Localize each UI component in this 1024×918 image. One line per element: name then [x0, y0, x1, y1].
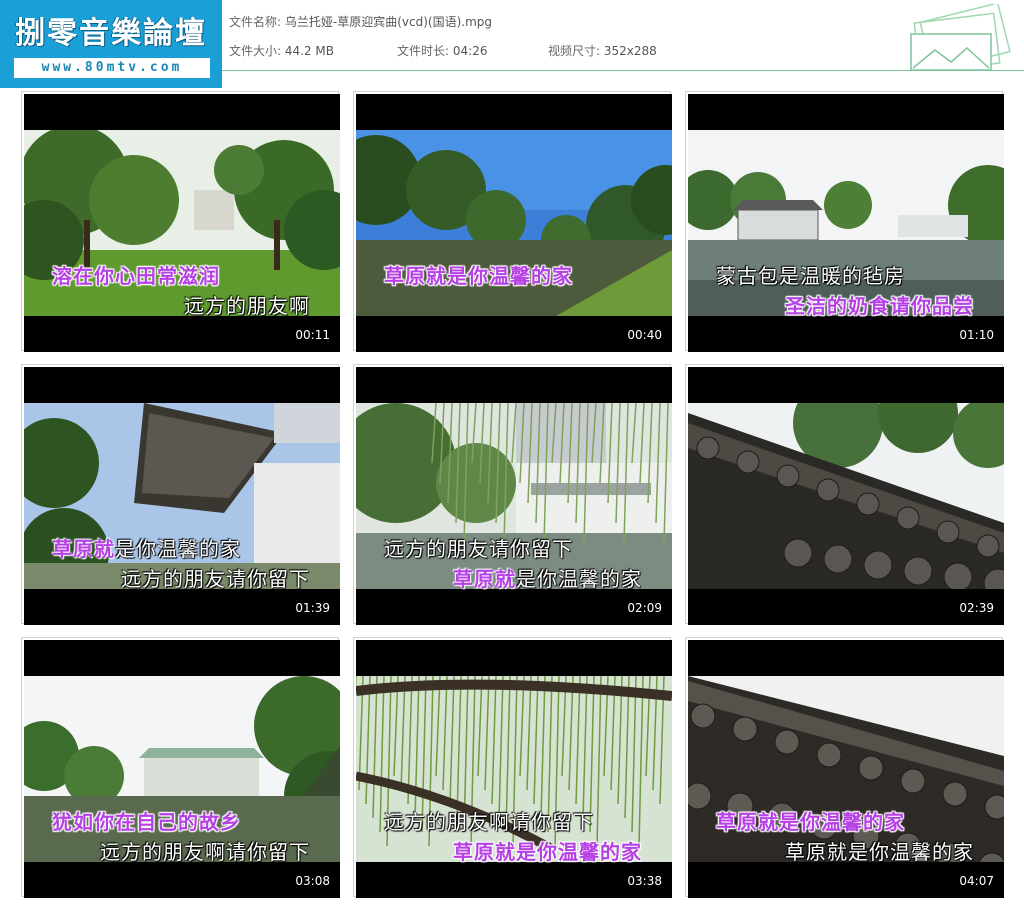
lyric-line-2: 圣洁的奶食请你品尝 [785, 294, 974, 318]
file-duration-value: 04:26 [452, 44, 488, 58]
video-thumbnail[interactable]: 犹如你在自己的故乡远方的朋友啊请你留下 03:08 [21, 637, 340, 898]
file-name-label: 文件名称: [229, 15, 282, 29]
lyric-line-2: 草原就是你温馨的家 [785, 840, 974, 864]
thumbnail-frame: 犹如你在自己的故乡远方的朋友啊请你留下 03:08 [24, 640, 340, 898]
thumbnail-frame: 草原就是你温馨的家远方的朋友请你留下 01:39 [24, 367, 340, 625]
lyric-line-2: 远方的朋友啊 [184, 294, 310, 318]
thumbnail-timestamp: 03:38 [627, 874, 662, 888]
video-dims-value: 352x288 [603, 44, 657, 58]
video-thumbnail[interactable]: 远方的朋友啊请你留下草原就是你温馨的家 03:38 [353, 637, 672, 898]
thumbnail-timestamp: 01:39 [295, 601, 330, 615]
logo-title: 捌零音樂論壇 [15, 16, 207, 51]
thumbnail-timestamp: 00:40 [627, 328, 662, 342]
lyric-line-1: 蒙古包是温暖的毡房 [716, 264, 905, 288]
thumbnail-frame: 02:39 [688, 367, 1004, 625]
thumbnail-frame: 溶在你心田常滋润远方的朋友啊 00:11 [24, 94, 340, 352]
thumbnail-timestamp: 04:07 [959, 874, 994, 888]
video-thumbnail[interactable]: 远方的朋友请你留下 草原就是你温馨的家 02:09 [353, 364, 672, 625]
thumbnail-timestamp: 02:09 [627, 601, 662, 615]
lyric-line-1: 溶在你心田常滋润 [52, 264, 220, 288]
file-size-value: 44.2 MB [284, 44, 334, 58]
thumbnail-frame: 远方的朋友请你留下 草原就是你温馨的家 02:09 [356, 367, 672, 625]
lyric-line-1: 犹如你在自己的故乡 [52, 810, 241, 834]
thumbnail-timestamp: 02:39 [959, 601, 994, 615]
thumbnail-frame: 蒙古包是温暖的毡房圣洁的奶食请你品尝 01:10 [688, 94, 1004, 352]
video-thumbnail[interactable]: 草原就是你温馨的家 00:40 [353, 91, 672, 352]
video-thumbnail[interactable]: 溶在你心田常滋润远方的朋友啊 00:11 [21, 91, 340, 352]
logo-url: www.80mtv.com [14, 58, 210, 78]
file-name-value: 乌兰托娅-草原迎宾曲(vcd)(国语).mpg [284, 15, 492, 29]
lyric-line-2: 远方的朋友请你留下 [121, 567, 310, 591]
file-size-label: 文件大小: [229, 44, 282, 58]
thumbnail-frame: 远方的朋友啊请你留下草原就是你温馨的家 03:38 [356, 640, 672, 898]
file-name-row: 文件名称: 乌兰托娅-草原迎宾曲(vcd)(国语).mpg [229, 13, 492, 30]
video-thumbnail[interactable]: 蒙古包是温暖的毡房圣洁的奶食请你品尝 01:10 [685, 91, 1004, 352]
video-thumbnail[interactable]: 02:39 [685, 364, 1004, 625]
site-logo: 捌零音樂論壇 www.80mtv.com [0, 0, 222, 88]
video-dims-row: 视频尺寸: 352x288 [548, 42, 657, 59]
thumbnail-image [688, 403, 1004, 589]
video-thumbnail[interactable]: 草原就是你温馨的家 草原就是你温馨的家 04:07 [685, 637, 1004, 898]
thumbnail-timestamp: 01:10 [959, 328, 994, 342]
lyric-line-2: 草原就是你温馨的家 [453, 563, 642, 592]
lyric-rest: 是你温馨的家 [115, 537, 241, 561]
picture-frames-icon [910, 4, 1011, 70]
lyric-line-1: 草原就是你温馨的家 [384, 264, 573, 288]
lyric-highlight: 草原就 [453, 567, 516, 591]
lyric-rest: 是你温馨的家 [516, 567, 642, 591]
header-divider [222, 70, 1024, 71]
video-dims-label: 视频尺寸: [548, 44, 601, 58]
lyric-line-2: 草原就是你温馨的家 [453, 840, 642, 864]
lyric-line-1: 草原就是你温馨的家 [716, 810, 905, 834]
lyric-line-1: 草原就是你温馨的家 [52, 533, 241, 562]
file-duration-row: 文件时长: 04:26 [397, 42, 487, 59]
file-duration-label: 文件时长: [397, 44, 450, 58]
thumbnail-timestamp: 03:08 [295, 874, 330, 888]
thumbnail-frame: 草原就是你温馨的家 草原就是你温馨的家 04:07 [688, 640, 1004, 898]
file-size-row: 文件大小: 44.2 MB [229, 42, 334, 59]
lyric-line-1: 远方的朋友啊请你留下 [384, 810, 594, 834]
lyric-highlight: 草原就 [52, 537, 115, 561]
lyric-line-1: 远方的朋友请你留下 [384, 537, 573, 561]
thumbnail-timestamp: 00:11 [295, 328, 330, 342]
thumbnail-frame: 草原就是你温馨的家 00:40 [356, 94, 672, 352]
lyric-line-2: 远方的朋友啊请你留下 [100, 840, 310, 864]
video-thumbnail[interactable]: 草原就是你温馨的家远方的朋友请你留下 01:39 [21, 364, 340, 625]
